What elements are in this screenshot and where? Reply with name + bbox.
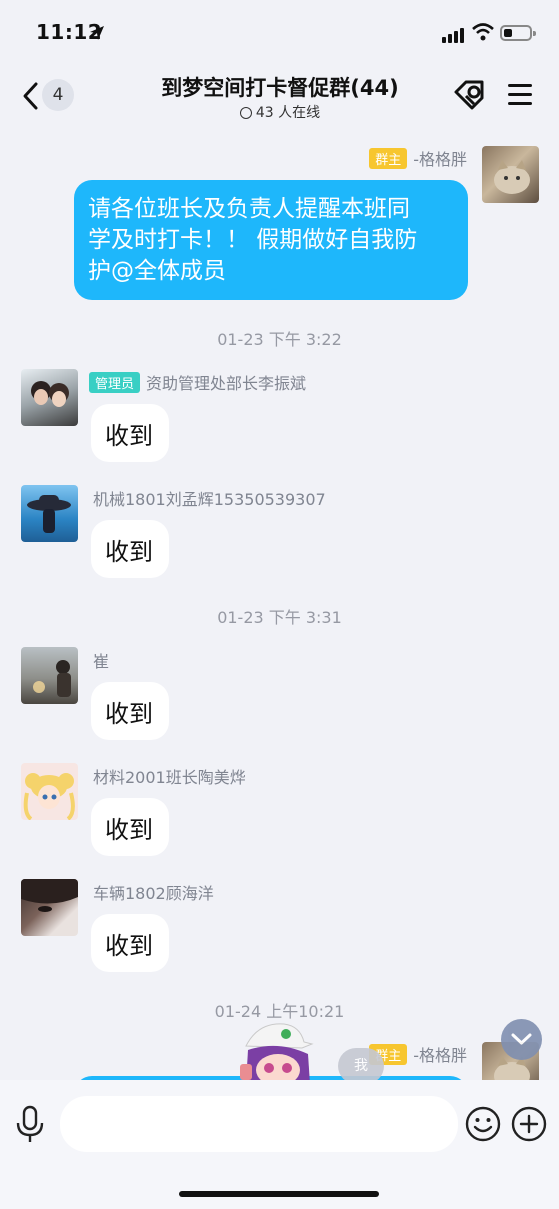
timestamp: 01-23 下午 3:31 [217, 608, 342, 627]
message-bubble[interactable]: 收到 [91, 914, 169, 972]
timestamp: 01-23 下午 3:22 [217, 330, 342, 349]
avatar[interactable] [21, 879, 78, 936]
sender-name: 机械1801刘孟辉15350539307 [93, 490, 326, 509]
message-bubble[interactable]: 收到 [91, 520, 169, 578]
status-bar: 11:12 [0, 0, 559, 66]
wifi-icon [472, 23, 494, 41]
input-bar [0, 1080, 559, 1209]
anime-girl-avatar [23, 773, 75, 820]
sender-name-line: 管理员 资助管理处部长李振斌 [89, 370, 306, 394]
online-count[interactable]: 43 人在线 [200, 102, 360, 122]
avatar[interactable] [21, 369, 78, 426]
admin-badge: 管理员 [89, 372, 141, 393]
avatar[interactable] [21, 485, 78, 542]
sender-name-line: 群主 -格格胖 [369, 1042, 467, 1066]
couple-photo-avatar [31, 381, 69, 407]
avatar[interactable] [482, 146, 539, 203]
menu-icon[interactable] [508, 82, 532, 106]
message-bubble[interactable]: 收到 [91, 404, 169, 462]
sender-name: 车辆1802顾海洋 [93, 884, 214, 903]
scroll-to-bottom-button[interactable] [501, 1019, 542, 1060]
emoji-icon[interactable] [465, 1106, 501, 1142]
owner-badge: 群主 [369, 148, 408, 169]
plus-icon[interactable] [511, 1106, 547, 1142]
avatar[interactable] [21, 763, 78, 820]
me-badge[interactable]: 我 [338, 1048, 384, 1084]
message-bubble[interactable]: 请各位班长及负责人提醒本班同 学及时打卡！！ 假期做好自我防 护@全体成员 [74, 180, 468, 300]
unread-count-badge[interactable]: 4 [42, 79, 74, 111]
location-arrow-icon [90, 26, 104, 40]
seaside-photo-avatar [33, 660, 71, 697]
group-title[interactable]: 到梦空间打卡督促群(44) [120, 72, 440, 102]
home-indicator [179, 1191, 379, 1197]
message-bubble[interactable]: 收到 [91, 682, 169, 740]
sender-name-line: 群主 -格格胖 [369, 146, 467, 170]
avatar[interactable] [21, 647, 78, 704]
chat-header: 4 到梦空间打卡督促群(44) 43 人在线 [0, 66, 559, 130]
timestamp: 01-24 上午10:21 [214, 1002, 345, 1021]
message-list[interactable]: 群主 -格格胖 请各位班长及负责人提醒本班同 学及时打卡！！ 假期做好自我防 护@… [0, 130, 559, 1080]
message-bubble[interactable]: 收到 [91, 798, 169, 856]
straw-hat-avatar [27, 495, 71, 533]
message-input[interactable] [60, 1096, 458, 1152]
sticker-character[interactable] [238, 1020, 320, 1080]
chevron-down-icon [511, 1033, 532, 1045]
cat-avatar-icon [494, 160, 530, 194]
chevron-down-circle-icon [239, 107, 252, 119]
sender-name: 崔 [93, 652, 110, 671]
battery-icon [500, 25, 536, 41]
group-tag-icon[interactable] [452, 78, 490, 112]
portrait-avatar [21, 879, 78, 912]
sender-name: 材料2001班长陶美烨 [93, 768, 246, 787]
microphone-icon[interactable] [14, 1104, 46, 1144]
back-chevron-icon[interactable] [20, 80, 42, 112]
